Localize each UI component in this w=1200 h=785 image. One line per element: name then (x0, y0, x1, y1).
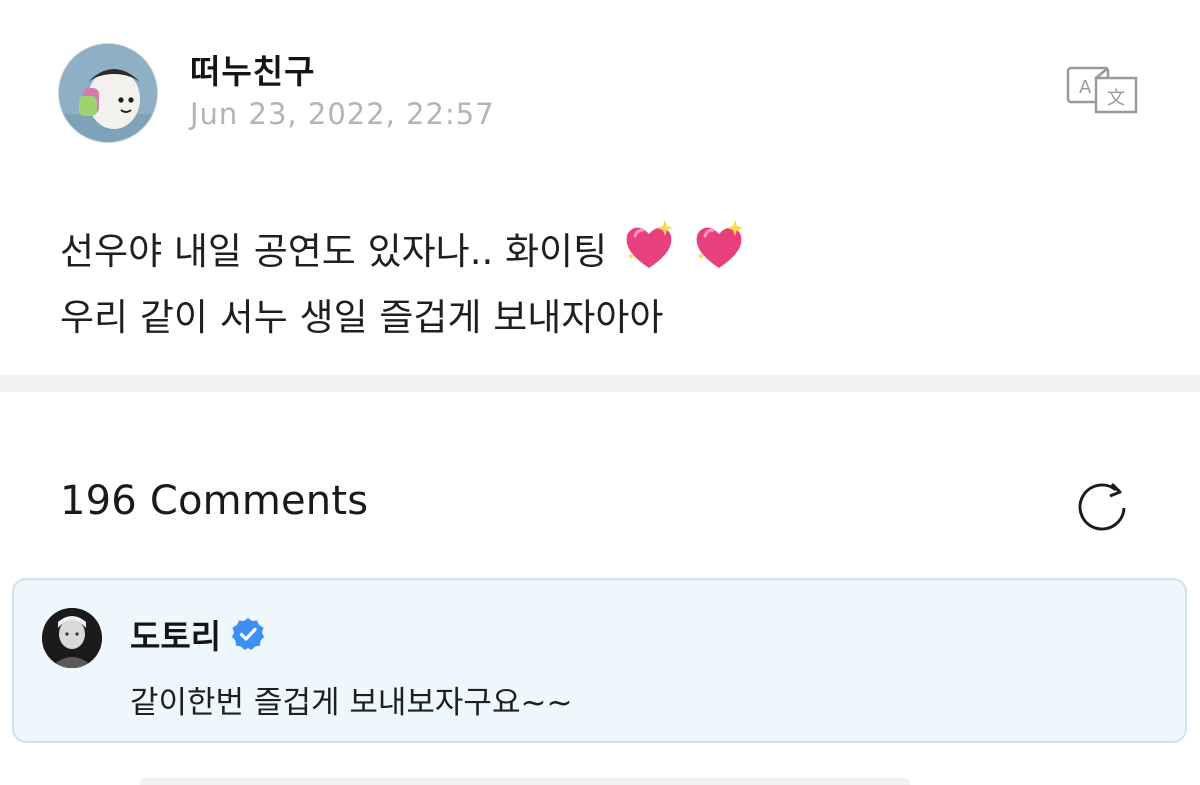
refresh-icon (1078, 482, 1126, 531)
post: 떠누친구 Jun 23, 2022, 22:57 A 文 선우야 내일 공연도 … (0, 0, 1200, 375)
sparkling-heart-icon (691, 218, 747, 274)
comment-author: 도토리 (130, 610, 265, 658)
comment-text: 같이한번 즐겁게 보내보자구요~~ (130, 685, 573, 721)
translate-icon: A 文 (1066, 66, 1138, 114)
comment-author-name[interactable]: 도토리 (130, 610, 221, 658)
refresh-comments-button[interactable] (1072, 478, 1132, 534)
post-body-text-1: 선우야 내일 공연도 있자나.. 화이팅 (60, 230, 608, 273)
author-avatar[interactable] (58, 43, 158, 143)
post-body: 선우야 내일 공연도 있자나.. 화이팅 우리 같이 서누 생일 즐겁게 보내자… (60, 218, 747, 351)
sparkling-heart-icon (621, 218, 677, 274)
post-timestamp: Jun 23, 2022, 22:57 (190, 97, 495, 131)
next-comment-edge (140, 778, 910, 785)
comment-author-avatar[interactable] (42, 608, 102, 668)
verified-badge-icon (231, 617, 265, 651)
post-author-name[interactable]: 떠누친구 (190, 45, 315, 93)
post-body-line-2: 우리 같이 서누 생일 즐겁게 보내자아아 (60, 296, 664, 339)
cartoon-character-avatar-icon (59, 44, 157, 142)
svg-text:A: A (1079, 77, 1092, 98)
post-body-line-1: 선우야 내일 공연도 있자나.. 화이팅 (60, 218, 747, 285)
highlighted-comment[interactable]: 도토리 같이한번 즐겁게 보내보자구요~~ (12, 578, 1187, 743)
svg-text:文: 文 (1107, 88, 1125, 109)
comments-count: 196 Comments (60, 478, 369, 524)
section-divider (0, 375, 1200, 392)
profile-photo-icon (42, 608, 102, 668)
translate-button[interactable]: A 文 (1066, 66, 1138, 114)
